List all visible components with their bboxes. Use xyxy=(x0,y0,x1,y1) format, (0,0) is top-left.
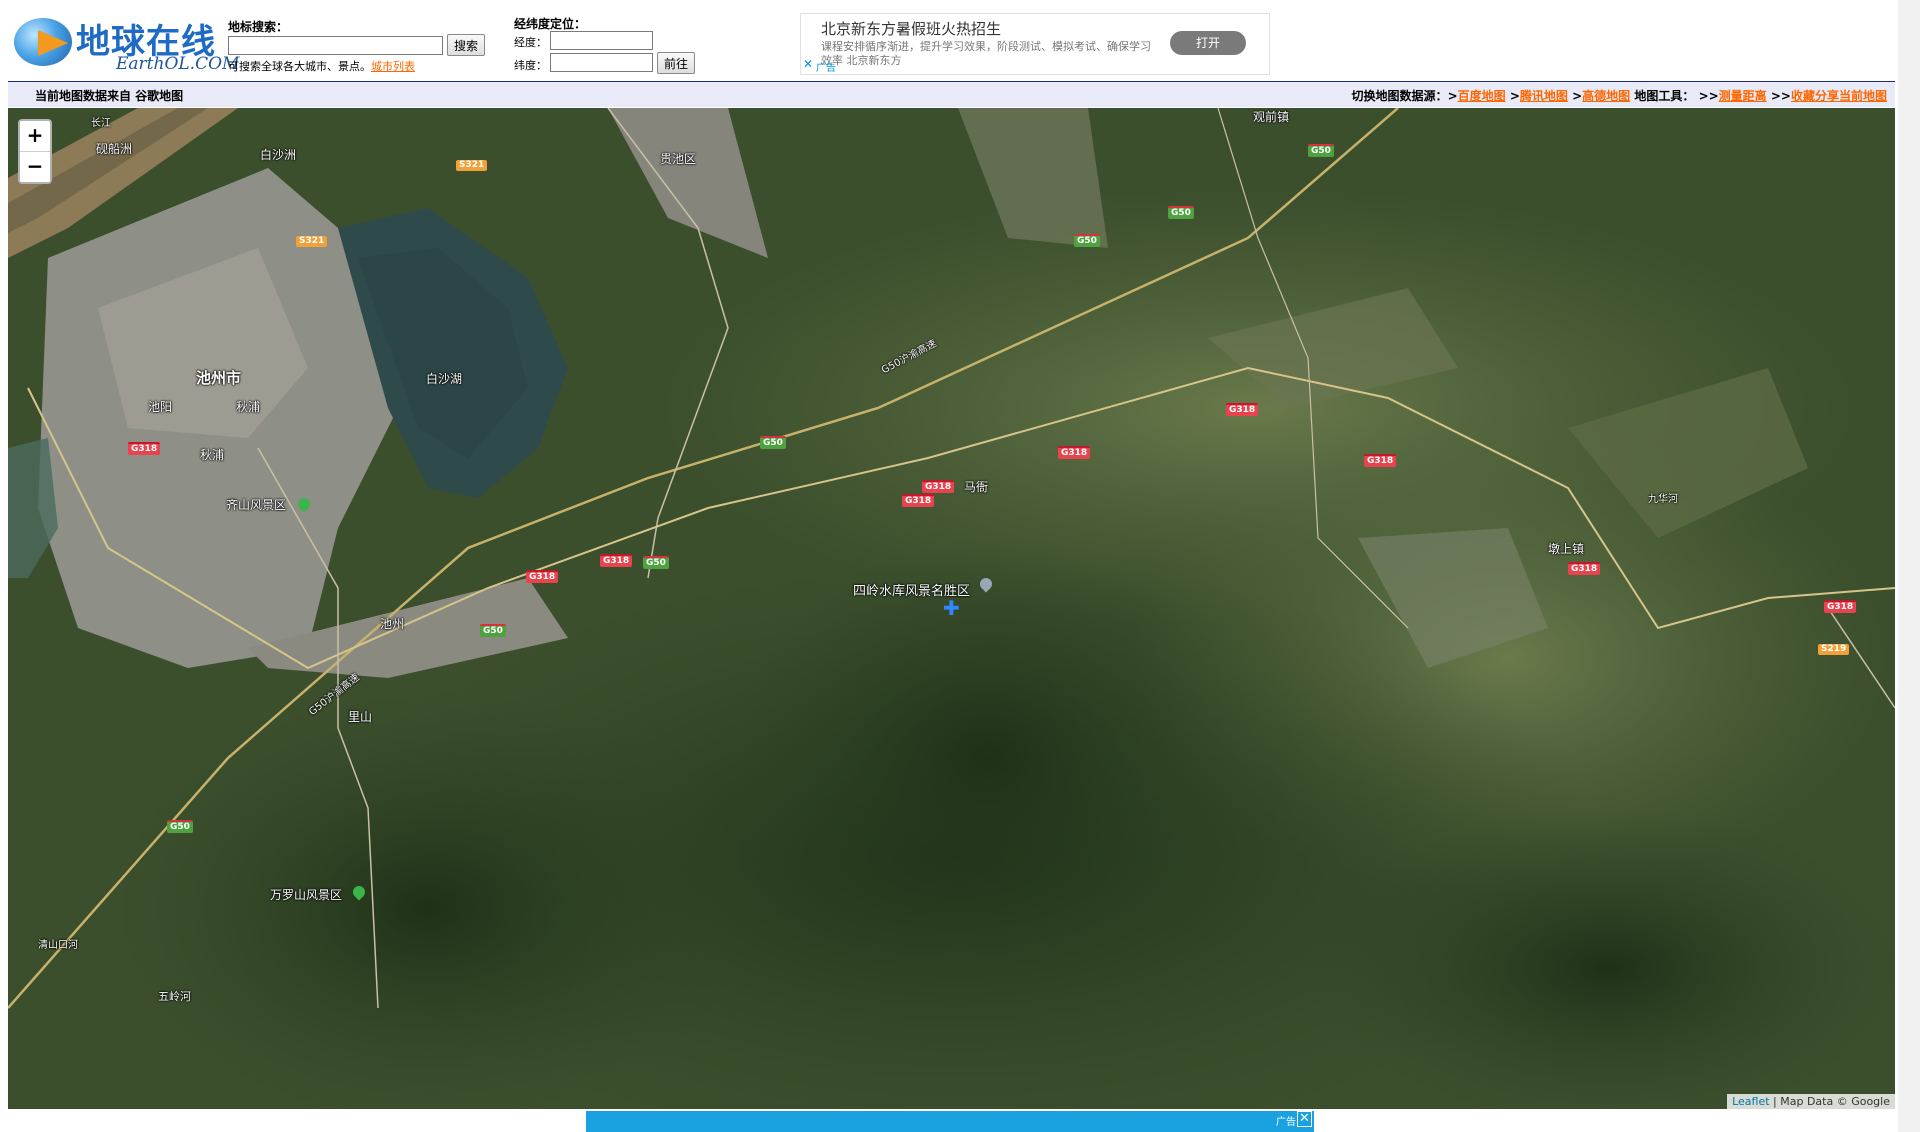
map-label-qishan: 齐山风景区 xyxy=(226,498,287,512)
site-logo[interactable]: 地球在线 EarthOL.COM xyxy=(14,14,239,74)
map-source-bar: 当前地图数据来自 谷歌地图 切换地图数据源：>百度地图 >腾讯地图 >高德地图 … xyxy=(8,81,1895,107)
satellite-map[interactable]: + − 长江 砚船洲 白沙洲 贵池区 观前镇 池州市 白沙湖 池阳 秋浦 秋浦 … xyxy=(8,108,1895,1109)
road-shield-g50: G50 xyxy=(643,556,669,569)
top-ad-banner[interactable]: 北京新东方暑假班火热招生 课程安排循序渐进，提升学习效果，阶段测试、模拟考试、确… xyxy=(800,13,1270,75)
road-shield-g318: G318 xyxy=(1058,446,1091,459)
map-label-guanqian: 观前镇 xyxy=(1253,110,1290,124)
road-shield-g318: G318 xyxy=(902,494,935,507)
road-shield-g50: G50 xyxy=(480,624,506,637)
search-label: 地标搜索： xyxy=(228,20,289,34)
search-input[interactable] xyxy=(228,36,443,55)
map-label-wanluoshan: 万罗山风景区 xyxy=(270,888,343,902)
goto-button[interactable]: 前往 xyxy=(657,52,696,74)
road-shield-g50: G50 xyxy=(760,436,786,449)
road-shield-g318: G318 xyxy=(128,442,161,455)
road-shield-s321: S321 xyxy=(456,160,488,171)
arrow-icon xyxy=(38,30,68,56)
road-shield-g50: G50 xyxy=(1168,206,1194,219)
road-shield-g50: G50 xyxy=(167,820,193,833)
map-label-yanchuanzhou: 砚船洲 xyxy=(96,142,133,156)
logo-subtitle: EarthOL.COM xyxy=(116,54,240,74)
separator: >> xyxy=(1770,89,1791,103)
map-label-river: 长江 xyxy=(91,118,111,129)
map-label-qiuyang: 秋浦 xyxy=(200,448,225,462)
map-label-chizhou-station: 池州 xyxy=(380,617,405,631)
road-shield-g318: G318 xyxy=(1824,600,1857,613)
latitude-input[interactable] xyxy=(550,53,653,72)
map-label-chizhou-city: 池州市 xyxy=(196,369,242,387)
road-shield-g318: G318 xyxy=(1226,403,1259,416)
ad-tag: 广告 xyxy=(816,63,836,74)
road-shield-g50: G50 xyxy=(1074,234,1100,247)
zoom-control: + − xyxy=(18,119,52,184)
page-scrollbar[interactable] xyxy=(1898,0,1920,1132)
map-label-chiyang: 池阳 xyxy=(148,400,173,414)
city-list-link[interactable]: 城市列表 xyxy=(371,60,415,73)
separator: > xyxy=(1447,89,1458,103)
latitude-label: 纬度： xyxy=(514,59,547,72)
zoom-out-button[interactable]: − xyxy=(20,151,50,182)
search-button[interactable]: 搜索 xyxy=(447,34,486,56)
map-label-qiupu: 秋浦 xyxy=(236,400,261,414)
map-label-baishahu: 白沙湖 xyxy=(426,372,463,386)
road-shield-g318: G318 xyxy=(526,570,559,583)
separator: >> xyxy=(1698,89,1719,103)
page-header: 地球在线 EarthOL.COM 地标搜索： 搜索 可搜索全球各大城市、景点。城… xyxy=(0,0,1895,80)
leaflet-link[interactable]: Leaflet xyxy=(1732,1095,1769,1108)
ad-description: 课程安排循序渐进，提升学习效果，阶段测试、模拟考试、确保学习效率 北京新东方 xyxy=(821,40,1151,67)
attribution-text: | Map Data © Google xyxy=(1769,1095,1890,1108)
map-label-guichiqu: 贵池区 xyxy=(660,152,697,166)
map-attribution: Leaflet | Map Data © Google xyxy=(1727,1094,1895,1109)
bottom-ad-close-icon[interactable]: ✕ xyxy=(1297,1111,1312,1127)
road-shield-g318: G318 xyxy=(1364,454,1397,467)
map-label-qingshanxiang: 清山口河 xyxy=(38,940,78,951)
map-label-dunshang: 墩上镇 xyxy=(1548,542,1585,556)
bottom-ad-tag: 广告 xyxy=(1276,1117,1296,1128)
road-shield-g318: G318 xyxy=(922,480,955,493)
road-shield-g318: G318 xyxy=(1568,562,1601,575)
source-baidu-link[interactable]: 百度地图 xyxy=(1458,89,1506,103)
coords-label: 经纬度定位： xyxy=(514,17,587,31)
separator: > xyxy=(1509,89,1520,103)
separator: > xyxy=(1572,89,1583,103)
zoom-in-button[interactable]: + xyxy=(20,121,50,151)
road-shield-g50: G50 xyxy=(1308,144,1334,157)
share-map-link[interactable]: 收藏分享当前地图 xyxy=(1791,89,1887,103)
road-shield-s321: S321 xyxy=(296,236,328,247)
switch-source-label: 切换地图数据源： xyxy=(1351,89,1448,103)
longitude-label: 经度： xyxy=(514,36,547,49)
tools-label: 地图工具： xyxy=(1634,89,1695,103)
crosshair-icon: ✚ xyxy=(943,596,960,620)
ad-title: 北京新东方暑假班火热招生 xyxy=(821,20,1002,38)
map-tools: 切换地图数据源：>百度地图 >腾讯地图 >高德地图 地图工具： >>测量距离 >… xyxy=(1352,87,1887,104)
bottom-ad-banner[interactable]: 广告 ✕ xyxy=(586,1111,1314,1132)
map-label-lishan: 里山 xyxy=(348,710,373,724)
map-label-baishazhou: 白沙洲 xyxy=(260,148,297,162)
map-label-jiuhuahe: 九华河 xyxy=(1648,494,1678,505)
longitude-input[interactable] xyxy=(550,31,653,50)
source-amap-link[interactable]: 高德地图 xyxy=(1582,89,1630,103)
map-label-wulinghe: 五岭河 xyxy=(158,990,191,1003)
current-source-text: 当前地图数据来自 谷歌地图 xyxy=(35,89,184,103)
ad-close-icon[interactable]: ✕ xyxy=(803,57,813,71)
road-shield-s219: S219 xyxy=(1818,644,1850,655)
map-label-maya: 马衙 xyxy=(964,480,989,494)
measure-distance-link[interactable]: 测量距离 xyxy=(1719,89,1767,103)
ad-open-button[interactable]: 打开 xyxy=(1170,31,1246,55)
source-tencent-link[interactable]: 腾讯地图 xyxy=(1520,89,1568,103)
search-hint: 可搜索全球各大城市、景点。 xyxy=(228,60,371,73)
road-shield-g318: G318 xyxy=(600,554,633,567)
